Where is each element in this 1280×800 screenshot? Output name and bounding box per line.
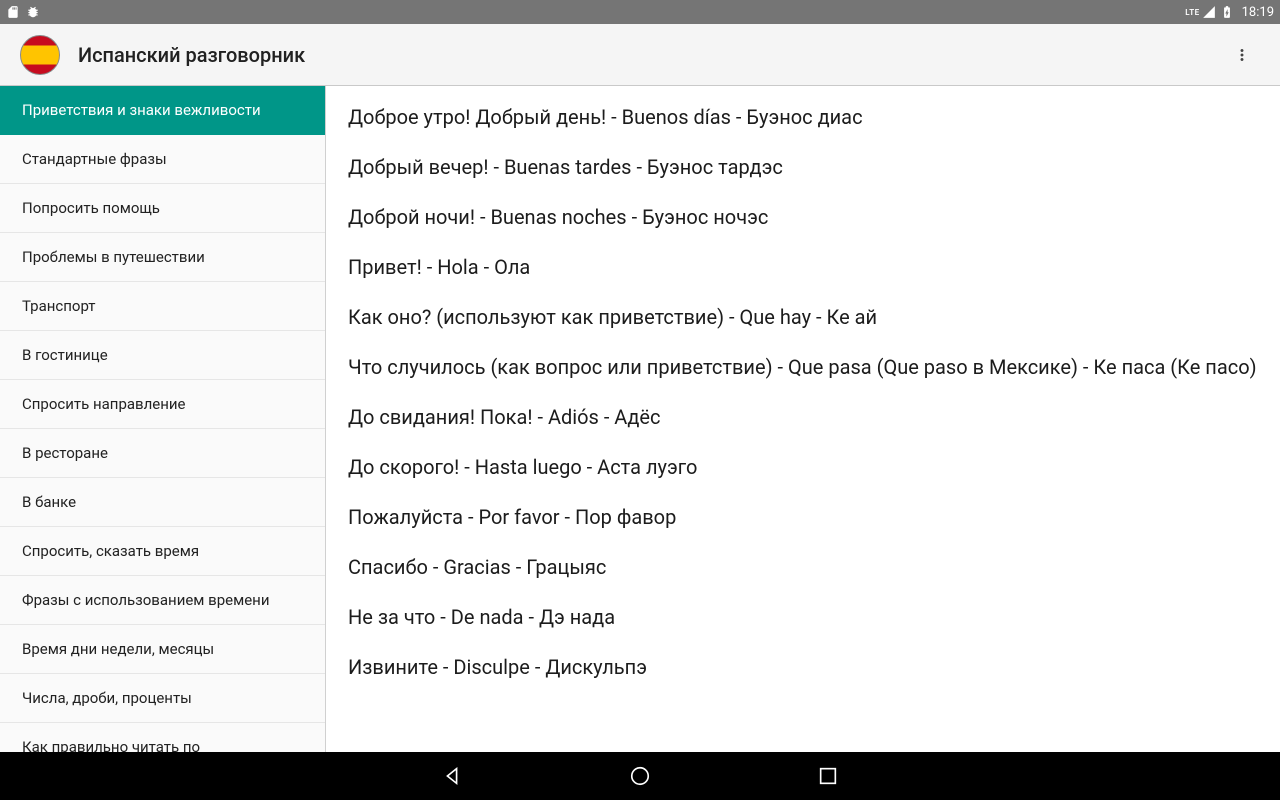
back-triangle-icon [441, 765, 463, 787]
nav-home-button[interactable] [626, 762, 654, 790]
sidebar-item[interactable]: Спросить, сказать время [0, 527, 325, 576]
battery-charging-icon [1220, 5, 1234, 19]
sidebar-item-label: Спросить направление [22, 395, 186, 413]
recent-square-icon [817, 765, 839, 787]
app-title: Испанский разговорник [78, 43, 305, 67]
sidebar-item-label: Как правильно читать по [22, 738, 200, 752]
sidebar-item-label: Транспорт [22, 297, 96, 315]
overflow-menu-button[interactable] [1222, 35, 1262, 75]
sidebar-item-label: Проблемы в путешествии [22, 248, 205, 266]
sidebar-item-label: Фразы с использованием времени [22, 591, 270, 609]
debug-icon [26, 5, 40, 19]
category-sidebar[interactable]: Приветствия и знаки вежливости Стандартны… [0, 86, 326, 752]
status-bar: LTE 18:19 [0, 0, 1280, 24]
phrase-item[interactable]: Не за что - De nada - Дэ нада [326, 592, 1280, 642]
sidebar-item[interactable]: В гостинице [0, 331, 325, 380]
sidebar-item[interactable]: В банке [0, 478, 325, 527]
sidebar-item[interactable]: В ресторане [0, 429, 325, 478]
sidebar-item-label: В банке [22, 493, 76, 511]
home-circle-icon [629, 765, 651, 787]
sidebar-item[interactable]: Числа, дроби, проценты [0, 674, 325, 723]
phrase-item[interactable]: Привет! - Hola - Ола [326, 242, 1280, 292]
sidebar-item[interactable]: Фразы с использованием времени [0, 576, 325, 625]
phrase-item[interactable]: До свидания! Пока! - Adiós - Адёс [326, 392, 1280, 442]
phrase-item[interactable]: Доброй ночи! - Buenas noches - Буэнос но… [326, 192, 1280, 242]
phrase-list[interactable]: Доброе утро! Добрый день! - Buenos días … [326, 86, 1280, 752]
sidebar-item-label: Числа, дроби, проценты [22, 689, 192, 707]
navigation-bar [0, 752, 1280, 800]
main-area: Приветствия и знаки вежливости Стандартны… [0, 86, 1280, 752]
sidebar-item[interactable]: Спросить направление [0, 380, 325, 429]
sd-card-icon [6, 5, 20, 19]
sidebar-item[interactable]: Транспорт [0, 282, 325, 331]
app-icon-spain-flag [20, 35, 60, 75]
nav-recent-button[interactable] [814, 762, 842, 790]
phrase-item[interactable]: Что случилось (как вопрос или приветстви… [326, 342, 1280, 392]
sidebar-item[interactable]: Время дни недели, месяцы [0, 625, 325, 674]
phrase-item[interactable]: Пожалуйста - Por favor - Пор фавор [326, 492, 1280, 542]
more-vert-icon [1233, 46, 1251, 64]
lte-indicator: LTE [1185, 8, 1199, 17]
sidebar-item-label: Время дни недели, месяцы [22, 640, 214, 658]
status-time: 18:19 [1242, 5, 1274, 20]
phrase-item[interactable]: Как оно? (используют как приветствие) - … [326, 292, 1280, 342]
sidebar-item-label: Стандартные фразы [22, 150, 167, 168]
sidebar-item[interactable]: Попросить помощь [0, 184, 325, 233]
sidebar-item-label: Попросить помощь [22, 199, 160, 217]
sidebar-item[interactable]: Стандартные фразы [0, 135, 325, 184]
sidebar-item[interactable]: Проблемы в путешествии [0, 233, 325, 282]
sidebar-item-label: В гостинице [22, 346, 108, 364]
phrase-item[interactable]: Доброе утро! Добрый день! - Buenos días … [326, 92, 1280, 142]
sidebar-item-label: Спросить, сказать время [22, 542, 199, 560]
phrase-item[interactable]: До скорого! - Hasta luego - Аста луэго [326, 442, 1280, 492]
sidebar-item[interactable]: Приветствия и знаки вежливости [0, 86, 325, 135]
phrase-item[interactable]: Добрый вечер! - Buenas tardes - Буэнос т… [326, 142, 1280, 192]
phrase-item[interactable]: Спасибо - Gracias - Грацыяс [326, 542, 1280, 592]
action-bar: Испанский разговорник [0, 24, 1280, 86]
sidebar-item-label: В ресторане [22, 444, 108, 462]
sidebar-item[interactable]: Как правильно читать по [0, 723, 325, 752]
sidebar-item-label: Приветствия и знаки вежливости [22, 101, 261, 119]
nav-back-button[interactable] [438, 762, 466, 790]
phrase-item[interactable]: Извините - Disculpe - Дискульпэ [326, 642, 1280, 692]
signal-icon [1202, 5, 1216, 19]
